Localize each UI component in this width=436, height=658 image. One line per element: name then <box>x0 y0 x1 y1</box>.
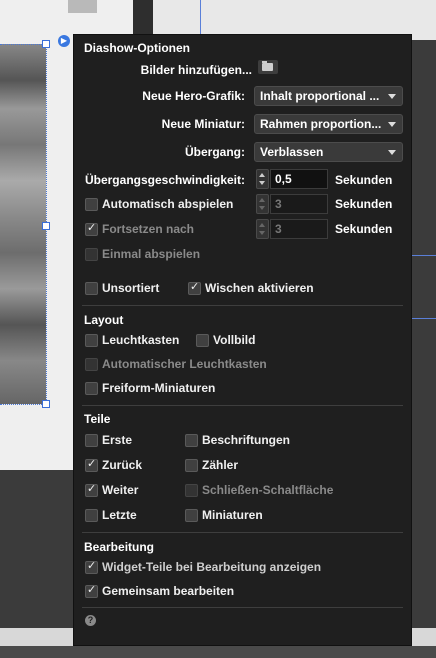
chevron-down-icon <box>388 94 396 99</box>
divider <box>82 405 403 406</box>
next-label: Weiter <box>102 483 139 497</box>
thumb-select[interactable]: Rahmen proportion... <box>254 114 403 134</box>
hero-select-value: Inhalt proportional ... <box>260 89 380 103</box>
transition-select-value: Verblassen <box>260 145 324 159</box>
divider <box>82 305 403 306</box>
chevron-down-icon <box>388 150 396 155</box>
continue-label: Fortsetzen nach <box>102 222 195 236</box>
transition-select[interactable]: Verblassen <box>254 142 403 162</box>
autoplay-field[interactable]: 3 <box>270 194 328 214</box>
swipe-checkbox[interactable]: ✓ <box>188 281 201 295</box>
thumb-label: Neue Miniatur: <box>161 117 245 131</box>
speed-field[interactable]: 0,5 <box>270 169 328 189</box>
first-checkbox[interactable] <box>85 434 98 447</box>
folder-icon <box>262 61 273 71</box>
thumbnails-label: Miniaturen <box>202 508 263 522</box>
back-label: Zurück <box>102 458 143 472</box>
checkmark-icon: ✓ <box>190 281 200 293</box>
counter-checkbox[interactable] <box>185 459 198 472</box>
guide-line <box>412 255 436 256</box>
hero-label: Neue Hero-Grafik: <box>142 89 245 103</box>
help-icon[interactable]: ? <box>85 615 96 626</box>
show-parts-checkbox[interactable]: ✓ <box>85 560 98 574</box>
autoplay-label: Automatisch abspielen <box>102 197 234 211</box>
add-images-label: Bilder hinzufügen... <box>140 63 252 77</box>
autoplay-checkbox[interactable] <box>85 198 98 211</box>
show-parts-label: Widget-Teile bei Bearbeitung anzeigen <box>102 560 322 574</box>
selection-edge-top <box>0 44 46 45</box>
panel-title: Diashow-Optionen <box>84 41 190 55</box>
thumb-select-value: Rahmen proportion... <box>260 117 382 131</box>
freeform-checkbox[interactable] <box>85 382 98 395</box>
back-checkbox[interactable]: ✓ <box>85 458 98 472</box>
captions-label: Beschriftungen <box>202 433 291 447</box>
divider <box>82 532 403 533</box>
checkmark-icon: ✓ <box>87 483 97 495</box>
continue-stepper[interactable] <box>256 219 269 239</box>
next-checkbox[interactable]: ✓ <box>85 483 98 497</box>
checkmark-icon: ✓ <box>87 560 97 572</box>
last-label: Letzte <box>102 508 137 522</box>
guide-line <box>200 0 201 34</box>
layout-title: Layout <box>84 313 124 327</box>
autoplay-unit: Sekunden <box>335 197 393 211</box>
counter-label: Zähler <box>202 458 239 472</box>
transition-label: Übergang: <box>185 145 245 159</box>
lightbox-checkbox[interactable] <box>85 334 98 347</box>
selection-edge-bottom <box>0 404 46 405</box>
play-once-label: Einmal abspielen <box>102 247 201 261</box>
resize-handle[interactable] <box>42 400 50 408</box>
continue-field[interactable]: 3 <box>270 219 328 239</box>
resize-handle[interactable] <box>42 222 50 230</box>
hero-select[interactable]: Inhalt proportional ... <box>254 86 403 106</box>
thumbnails-checkbox[interactable] <box>185 509 198 522</box>
speed-stepper[interactable] <box>256 169 269 189</box>
continue-unit: Sekunden <box>335 222 393 236</box>
captions-checkbox[interactable] <box>185 434 198 447</box>
last-checkbox[interactable] <box>85 509 98 522</box>
status-strip <box>0 646 436 658</box>
auto-lightbox-label: Automatischer Leuchtkasten <box>102 357 267 371</box>
edit-together-checkbox[interactable]: ✓ <box>85 584 98 598</box>
close-button-checkbox[interactable] <box>185 484 198 497</box>
fullscreen-checkbox[interactable] <box>196 334 209 347</box>
checkmark-icon: ✓ <box>87 584 97 596</box>
autoplay-stepper[interactable] <box>256 194 269 214</box>
arrow-right-icon[interactable]: ▶ <box>58 35 70 47</box>
divider <box>82 607 403 608</box>
speed-label: Übergangsgeschwindigkeit: <box>84 173 245 187</box>
chevron-down-icon <box>388 122 396 127</box>
swipe-label: Wischen aktivieren <box>205 281 314 295</box>
toolbar-fragment <box>68 0 97 13</box>
checkmark-icon: ✓ <box>87 458 97 470</box>
lightbox-label: Leuchtkasten <box>102 333 180 347</box>
edit-together-label: Gemeinsam bearbeiten <box>102 584 235 598</box>
freeform-label: Freiform-Miniaturen <box>102 381 216 395</box>
slideshow-options-panel: Diashow-Optionen Bilder hinzufügen... Ne… <box>73 34 412 646</box>
slideshow-image[interactable] <box>0 44 46 404</box>
editing-title: Bearbeitung <box>84 540 155 554</box>
continue-checkbox[interactable]: ✓ <box>85 222 98 236</box>
add-images-button[interactable] <box>258 60 278 74</box>
fullscreen-label: Vollbild <box>213 333 256 347</box>
auto-lightbox-checkbox[interactable] <box>85 358 98 371</box>
guide-line <box>412 318 436 319</box>
checkmark-icon: ✓ <box>87 222 97 234</box>
parts-title: Teile <box>84 412 111 426</box>
first-label: Erste <box>102 433 133 447</box>
speed-unit: Sekunden <box>335 173 393 187</box>
close-button-label: Schließen-Schaltfläche <box>202 483 334 497</box>
play-once-checkbox[interactable] <box>85 248 98 261</box>
unsorted-checkbox[interactable] <box>85 282 98 295</box>
unsorted-label: Unsortiert <box>102 281 160 295</box>
resize-handle[interactable] <box>42 40 50 48</box>
